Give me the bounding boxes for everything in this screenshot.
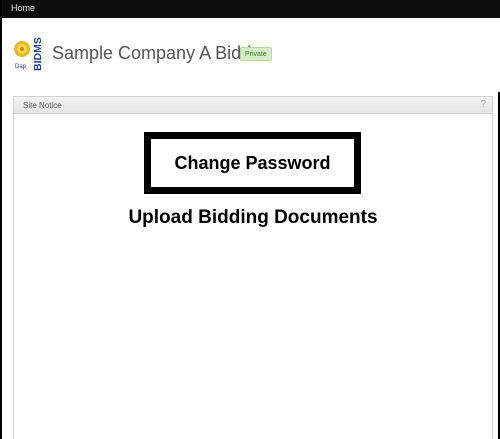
bidms-logo: BIDMS Dap [13, 36, 45, 74]
svg-text:Dap: Dap [15, 64, 27, 70]
change-password-button[interactable]: Change Password [144, 132, 361, 194]
home-link[interactable]: Home [11, 3, 35, 13]
change-password-label: Change Password [174, 152, 331, 173]
site-notice-panel: Site Notice ? Change Password Upload Bid… [13, 96, 493, 439]
svg-text:BIDMS: BIDMS [32, 37, 44, 71]
app-window: Home BIDMS Dap Sample Company A Bidder P… [0, 0, 500, 439]
page-header: BIDMS Dap Sample Company A Bidder Privat… [4, 18, 500, 92]
panel-header: Site Notice ? [14, 97, 492, 114]
panel-title: Site Notice [23, 101, 62, 110]
private-badge: Private [240, 47, 272, 61]
company-name: Sample Company A Bidder [52, 43, 268, 63]
help-icon[interactable]: ? [480, 99, 486, 110]
upload-bidding-documents-link[interactable]: Upload Bidding Documents [14, 207, 492, 229]
top-nav-bar: Home [2, 0, 500, 18]
bidms-logo-icon: BIDMS Dap [14, 37, 44, 72]
